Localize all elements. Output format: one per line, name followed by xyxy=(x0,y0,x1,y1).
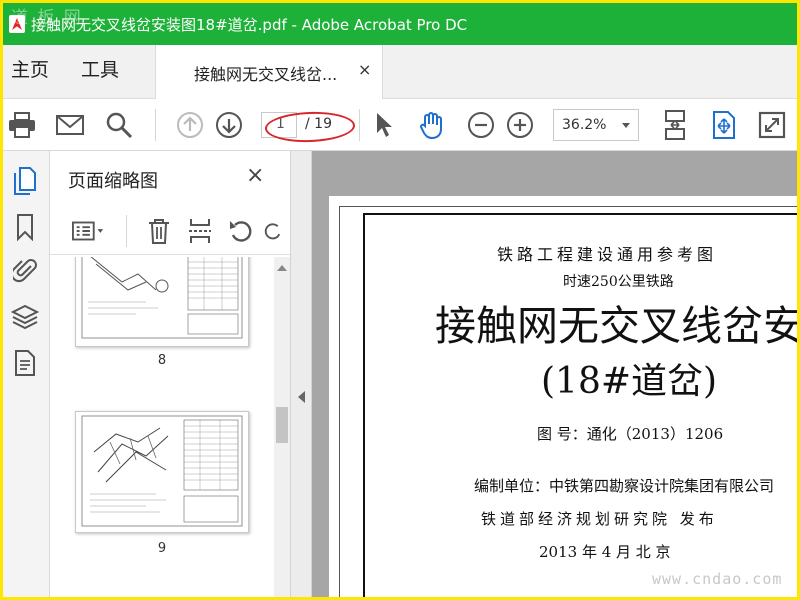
chevron-down-icon xyxy=(622,123,630,128)
close-panel-icon[interactable]: × xyxy=(246,163,264,188)
extract-pages-icon[interactable] xyxy=(183,214,217,248)
document-page: 铁路工程建设通用参考图 时速250公里铁路 接触网无交叉线岔安装图 (18#道岔… xyxy=(329,196,797,597)
bookmarks-icon[interactable] xyxy=(9,211,41,243)
toolbar: 1 / 19 36.2% xyxy=(3,99,797,151)
thumbnail-page-number: 8 xyxy=(157,353,167,368)
thumbnail-page-number: 9 xyxy=(157,541,167,556)
previous-page-icon[interactable] xyxy=(173,108,207,142)
doc-publisher: 铁道部经济规划研究院 发布 xyxy=(481,510,718,528)
tab-document[interactable]: 接触网无交叉线岔... × xyxy=(155,45,383,99)
print-icon[interactable] xyxy=(5,108,39,142)
app-window: 接触网无交叉线岔安装图18#道岔.pdf - Adobe Acrobat Pro… xyxy=(3,3,797,597)
panel-scrollbar[interactable] xyxy=(274,257,290,597)
tab-bar: 主页 工具 接触网无交叉线岔... × xyxy=(3,45,797,99)
page-thumbnails-icon[interactable] xyxy=(9,165,41,197)
doc-main-subtitle: (18#道岔) xyxy=(541,361,718,402)
tab-tools[interactable]: 工具 xyxy=(81,55,119,82)
scroll-up-icon[interactable] xyxy=(277,265,287,271)
zoom-in-icon[interactable] xyxy=(503,108,537,142)
tab-home[interactable]: 主页 xyxy=(11,55,49,82)
thumbnail-list: 8 9 xyxy=(50,257,274,597)
doc-compiler: 编制单位：中铁第四勘察设计院集团有限公司 xyxy=(474,477,775,495)
attachments-icon[interactable] xyxy=(9,255,41,287)
collapse-panel-icon[interactable] xyxy=(298,391,305,403)
full-screen-icon[interactable] xyxy=(755,108,789,142)
layers-icon[interactable] xyxy=(9,301,41,333)
doc-drawing-number: 图 号：通化（2013）1206 xyxy=(537,425,724,443)
thumbnails-panel: 页面缩略图 × 8 9 xyxy=(50,151,290,597)
zoom-out-icon[interactable] xyxy=(464,108,498,142)
panel-splitter[interactable] xyxy=(290,151,312,597)
doc-date: 2013 年 4 月 北 京 xyxy=(539,543,671,561)
doc-series-title: 铁路工程建设通用参考图 xyxy=(497,245,718,264)
next-page-icon[interactable] xyxy=(212,108,246,142)
doc-subtitle: 时速250公里铁路 xyxy=(563,274,674,290)
page-thumbnail[interactable] xyxy=(75,257,249,347)
scrolling-mode-icon[interactable] xyxy=(707,108,741,142)
panel-toolbar xyxy=(50,207,290,255)
page-thumbnail[interactable] xyxy=(75,411,249,533)
zoom-value: 36.2% xyxy=(562,117,607,133)
hand-tool-icon[interactable] xyxy=(415,108,449,142)
thumbnail-options-icon[interactable] xyxy=(72,214,106,248)
toolbar-divider xyxy=(359,109,360,141)
search-icon[interactable] xyxy=(102,108,136,142)
doc-tab-label: 接触网无交叉线岔... xyxy=(194,65,338,84)
document-properties-icon[interactable] xyxy=(9,347,41,379)
zoom-select[interactable]: 36.2% xyxy=(553,109,639,141)
document-view[interactable]: 铁路工程建设通用参考图 时速250公里铁路 接触网无交叉线岔安装图 (18#道岔… xyxy=(312,151,797,597)
scrollbar-thumb[interactable] xyxy=(276,407,288,443)
doc-main-title: 接触网无交叉线岔安装图 xyxy=(435,302,797,350)
select-cursor-icon[interactable] xyxy=(367,108,401,142)
close-tab-icon[interactable]: × xyxy=(358,60,371,79)
panel-title: 页面缩略图 xyxy=(68,171,158,192)
rotate-right-icon[interactable] xyxy=(262,214,284,248)
title-bar: 接触网无交叉线岔安装图18#道岔.pdf - Adobe Acrobat Pro… xyxy=(3,3,797,45)
window-title: 接触网无交叉线岔安装图18#道岔.pdf - Adobe Acrobat Pro… xyxy=(31,15,468,34)
watermark-bottom: www.cndao.com xyxy=(652,570,783,588)
email-icon[interactable] xyxy=(53,108,87,142)
rotate-left-icon[interactable] xyxy=(224,214,258,248)
delete-icon[interactable] xyxy=(142,214,176,248)
fit-page-icon[interactable] xyxy=(658,108,692,142)
panel-divider xyxy=(126,215,127,247)
toolbar-divider xyxy=(155,109,156,141)
navigation-rail xyxy=(3,151,50,597)
watermark-top: 道 板 网 xyxy=(11,8,83,28)
